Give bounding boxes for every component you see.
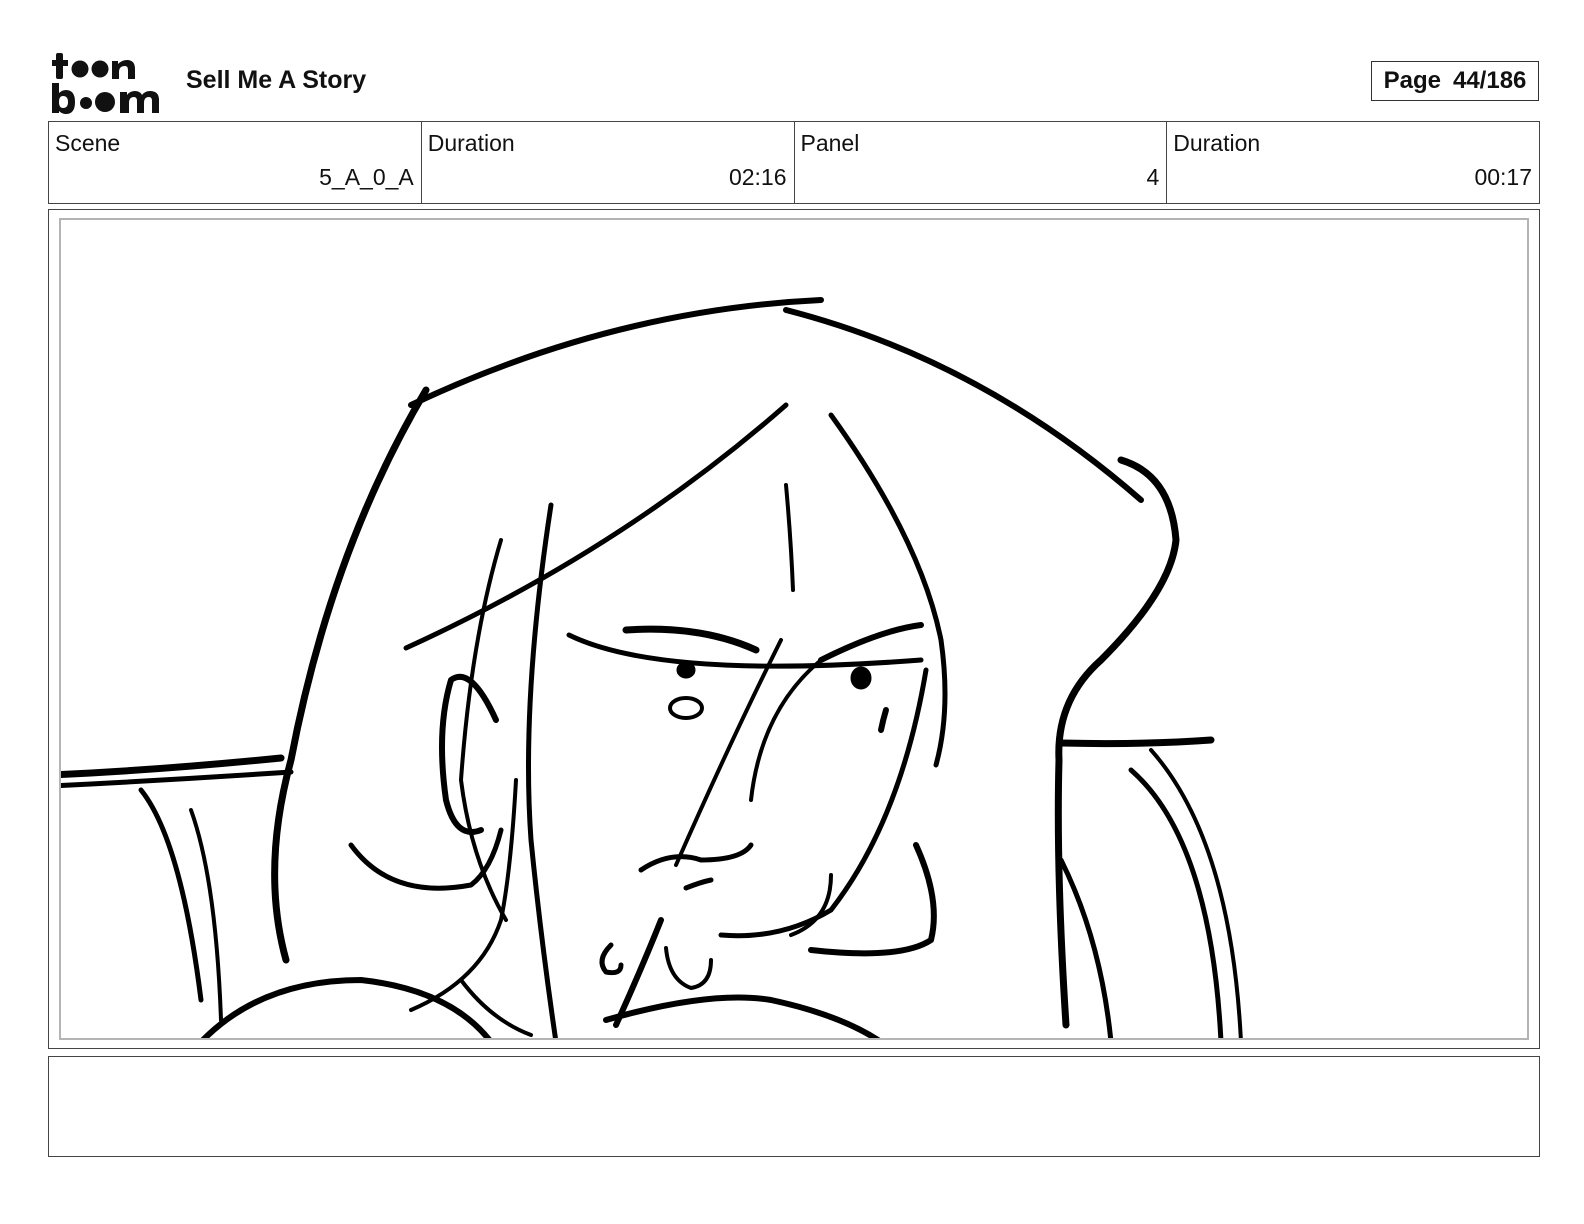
panel-label: Panel [800,130,860,156]
scene-value: 5_A_0_A [319,164,414,190]
panel-value: 4 [1146,164,1160,190]
page-label: Page [1383,67,1441,94]
scene-duration-cell: Duration 02:16 [422,122,795,203]
eye-left-pupil [676,661,696,679]
chin-curl [599,942,624,976]
jaw-right [718,667,929,939]
panel-notes [48,1056,1540,1157]
brow-left [622,625,760,654]
project-title: Sell Me A Story [186,66,367,94]
hair-left [271,386,430,964]
panel-cell: Panel 4 [795,122,1168,203]
couch-arm-right [1128,767,1224,1038]
hair-strand-4 [784,483,795,592]
hand-bottom [603,994,881,1038]
couch-arm-right-2 [1149,748,1243,1038]
hand-cup [664,946,713,990]
panel-duration-cell: Duration 00:17 [1167,122,1539,203]
toon-boom-logo [52,53,159,114]
couch-line-right [1057,736,1215,748]
scene-duration-label: Duration [427,130,515,156]
collar-line [459,978,533,1037]
couch-arm-left [138,787,204,1003]
hair-strand-3 [459,538,508,922]
panel-duration-label: Duration [1173,130,1261,156]
scene-cell: Scene 5_A_0_A [49,122,422,203]
panel-info-row: Scene 5_A_0_A Duration 02:16 Panel 4 Dur… [48,121,1540,204]
cheek-mark [878,707,889,733]
hair-top [408,297,824,408]
nose-tip [668,696,704,720]
eye-right-pupil [850,666,872,690]
page-indicator: Page 44/186 [1371,61,1539,101]
storyboard-sketch [61,297,1243,1038]
page-number: 44/186 [1452,67,1527,94]
lip-mark [683,877,714,891]
scene-duration-value: 02:16 [728,164,787,190]
mouth [638,842,754,873]
scene-label: Scene [55,130,121,156]
couch-arm-left-2 [189,808,223,1022]
panel-duration-value: 00:17 [1474,164,1532,190]
panel-frame [48,209,1540,1049]
panel-image-area [59,218,1529,1040]
neck-line [409,778,518,1012]
hair-top-right [783,307,1144,503]
brow-right [818,622,924,663]
hair-strand-1 [403,402,789,651]
